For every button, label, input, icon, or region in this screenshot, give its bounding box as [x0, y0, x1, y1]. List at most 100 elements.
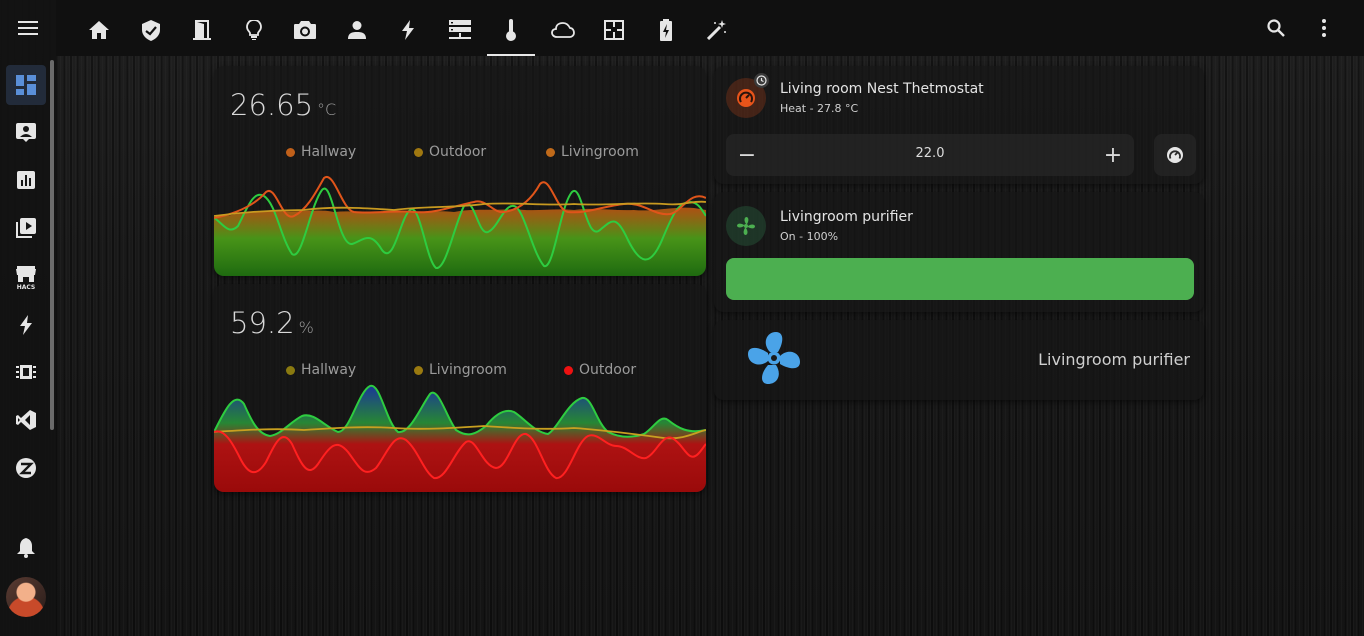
legend-label: Hallway: [301, 144, 357, 160]
tab-people[interactable]: [333, 8, 381, 52]
hvac-mode-button[interactable]: [1154, 134, 1196, 176]
sidebar-item-map[interactable]: [6, 112, 46, 152]
humidity-graph: [214, 384, 706, 492]
tab-home[interactable]: [75, 8, 123, 52]
tab-batteries[interactable]: [642, 8, 690, 52]
lightning-bolt-icon: [20, 315, 32, 335]
sidebar-item-overview[interactable]: [6, 65, 46, 105]
clock-icon: [756, 75, 767, 86]
server-icon: [449, 20, 471, 39]
cloud-icon: [551, 22, 575, 38]
legend-dot: [564, 365, 573, 375]
tab-lights[interactable]: [230, 8, 278, 52]
purifier-name: Livingroom purifier: [780, 209, 913, 225]
top-app-bar: [56, 0, 1364, 56]
purifier-tile-name: Livingroom purifier: [1038, 350, 1190, 369]
legend-label: Outdoor: [579, 362, 637, 378]
thermostat-state: Heat - 27.8 °C: [780, 102, 859, 115]
media-playlist-icon: [16, 218, 36, 238]
shield-check-icon: [142, 19, 160, 41]
sidebar-item-zigbee[interactable]: [6, 448, 46, 488]
increase-temperature-button[interactable]: +: [1092, 134, 1134, 176]
legend-livingroom[interactable]: Livingroom: [546, 144, 639, 160]
search-button[interactable]: [1256, 8, 1296, 48]
notifications-button[interactable]: [6, 528, 46, 568]
legend-dot: [546, 147, 555, 157]
legend-dot: [286, 365, 295, 375]
tab-servers[interactable]: [436, 8, 484, 52]
legend-hallway[interactable]: Hallway: [286, 144, 356, 160]
legend-label: Hallway: [301, 362, 357, 378]
camera-icon: [294, 21, 316, 39]
sidebar-item-history[interactable]: [6, 160, 46, 200]
humidity-value: 59.2%: [230, 306, 314, 340]
thermostat-card[interactable]: Living room Nest Thetmostat Heat - 27.8 …: [714, 66, 1204, 184]
compass-icon: [16, 458, 36, 478]
legend-outdoor[interactable]: Outdoor: [564, 362, 636, 378]
sidebar-item-energy[interactable]: [6, 305, 46, 345]
temperature-sensor-card[interactable]: 26.65 °C Hallway Outdoor Livingroom: [214, 66, 706, 276]
tab-cameras[interactable]: [281, 8, 329, 52]
door-icon: [193, 20, 211, 40]
home-icon: [89, 21, 109, 39]
bell-icon: [17, 538, 35, 558]
tab-automations[interactable]: [693, 8, 741, 52]
hacs-store-icon: HACS: [16, 266, 36, 290]
temperature-unit: °C: [317, 100, 337, 119]
svg-text:HACS: HACS: [17, 284, 36, 290]
menu-button[interactable]: [0, 0, 56, 56]
humidity-number: 59.2: [230, 306, 295, 340]
chart-box-icon: [17, 171, 35, 189]
legend-label: Livingroom: [429, 362, 507, 378]
fan-speed-slider[interactable]: [726, 258, 1194, 300]
search-icon: [1267, 19, 1285, 37]
magic-wand-icon: [707, 20, 726, 40]
temperature-graph: [214, 175, 706, 276]
thermostat-icon: [737, 89, 755, 107]
tab-weather[interactable]: [539, 8, 587, 52]
tab-energy[interactable]: [384, 8, 432, 52]
dots-vertical-icon: [1322, 19, 1326, 37]
vscode-icon: [16, 410, 36, 430]
fan-icon: [748, 332, 800, 384]
hamburger-menu-icon: [18, 21, 38, 35]
battery-charging-icon: [660, 19, 672, 41]
schedule-badge: [754, 73, 769, 88]
sidebar-item-media[interactable]: [6, 208, 46, 248]
purifier-tile[interactable]: Livingroom purifier: [714, 320, 1204, 400]
tab-security[interactable]: [127, 8, 175, 52]
legend-label: Outdoor: [429, 144, 487, 160]
dashboard-icon: [16, 75, 36, 95]
thermostat-name: Living room Nest Thetmostat: [780, 81, 984, 97]
floor-plan-icon: [604, 20, 624, 40]
fan-speed-fill: [726, 258, 1194, 300]
sidebar-item-hacs[interactable]: HACS: [6, 258, 46, 298]
thermostat-mode-icon: [1167, 147, 1183, 163]
sidebar-item-vscode[interactable]: [6, 400, 46, 440]
humidity-unit: %: [298, 318, 314, 337]
lightning-bolt-icon: [402, 20, 414, 40]
overflow-menu-button[interactable]: [1304, 8, 1344, 48]
sidebar-scrollbar[interactable]: [50, 60, 54, 430]
avatar[interactable]: [6, 577, 46, 617]
humidity-sensor-card[interactable]: 59.2% Hallway Livingroom Outdoor: [214, 284, 706, 492]
thermometer-icon: [506, 19, 516, 41]
legend-livingroom[interactable]: Livingroom: [414, 362, 507, 378]
sidebar: HACS: [0, 0, 56, 636]
temperature-value: 26.65 °C: [230, 88, 336, 122]
tab-floorplan[interactable]: [590, 8, 638, 52]
legend-label: Livingroom: [561, 144, 639, 160]
purifier-icon-badge[interactable]: [726, 206, 766, 246]
temperature-number: 26.65: [230, 88, 314, 122]
person-icon: [348, 21, 366, 39]
tab-doors[interactable]: [178, 8, 226, 52]
legend-dot: [414, 365, 423, 375]
purifier-card[interactable]: Livingroom purifier On - 100%: [714, 192, 1204, 312]
purifier-state: On - 100%: [780, 230, 839, 243]
target-temperature-value: 22.0: [915, 146, 945, 161]
target-temperature-stepper: − 22.0 +: [726, 134, 1134, 176]
legend-hallway[interactable]: Hallway: [286, 362, 356, 378]
tab-climate[interactable]: [487, 8, 535, 56]
sidebar-item-esphome[interactable]: [6, 352, 46, 392]
legend-outdoor[interactable]: Outdoor: [414, 144, 486, 160]
